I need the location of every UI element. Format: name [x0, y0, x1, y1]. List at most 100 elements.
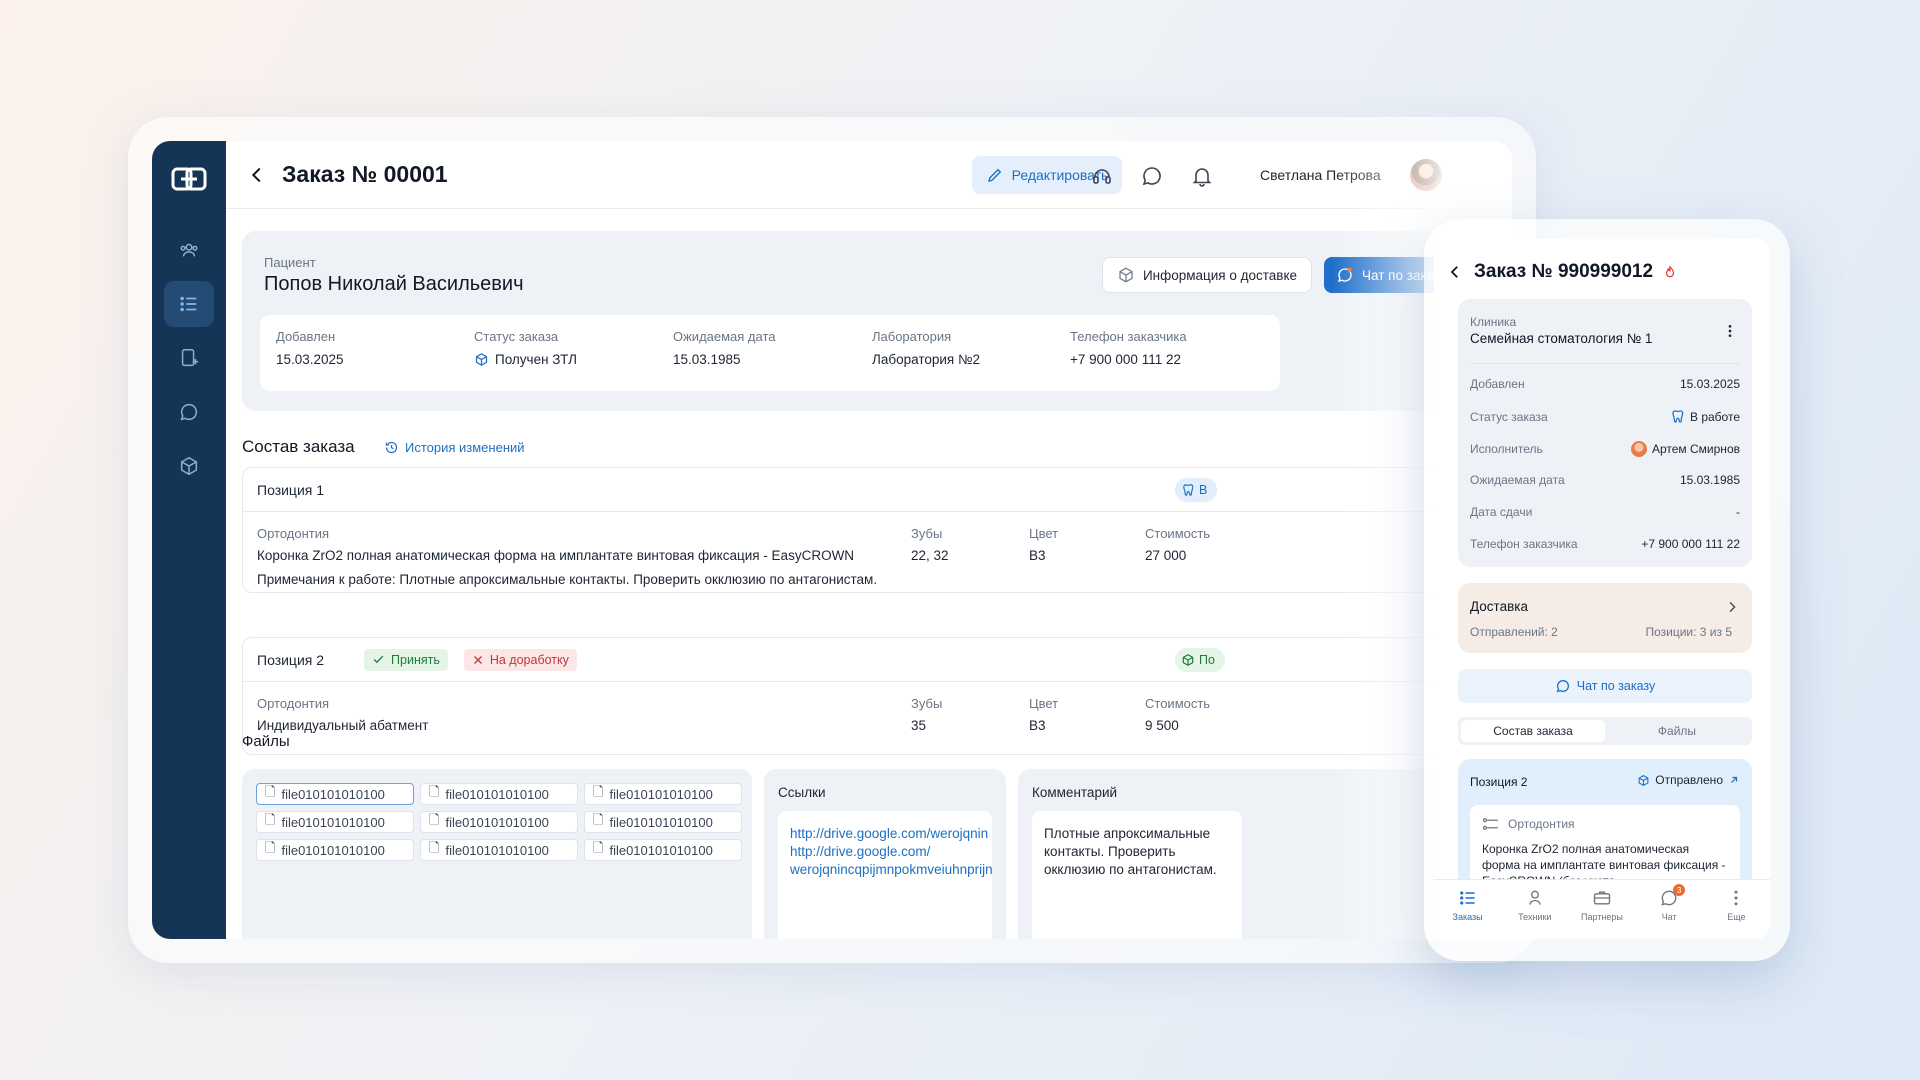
pencil-icon [987, 168, 1001, 182]
file-item[interactable]: 🗋 file010101010100 [420, 783, 578, 805]
executor-avatar [1630, 441, 1647, 457]
mobile-info-card: Клиника Семейная стоматология № 1 Добавл… [1458, 299, 1752, 567]
link-item[interactable]: werojqnincqpijmnpokmveiuhnprijnm [790, 861, 992, 879]
avatar[interactable] [1410, 159, 1442, 191]
desktop-app: Заказ № 00001 Редактировать Светлана Пет… [152, 141, 1512, 939]
position-card-2: Позиция 2 Принять На доработку По Ортодо… [242, 637, 1442, 755]
mobile-chat-button[interactable]: Чат по заказу [1458, 669, 1752, 703]
nav-label: Еще [1727, 912, 1746, 922]
position-cost: 27 000 [1145, 548, 1187, 563]
mobile-position-title: Позиция 2 [1470, 775, 1528, 789]
link-item[interactable]: http://drive.google.com/werojqnin [790, 825, 988, 843]
accept-button[interactable]: Принять [364, 648, 448, 671]
file-name: file010101010100 [609, 786, 713, 802]
sidebar-item-orders[interactable] [164, 281, 214, 327]
row-key: Статус заказа [1470, 409, 1548, 424]
clinic-name: Семейная стоматология № 1 [1470, 331, 1653, 346]
file-item[interactable]: 🗋 file010101010100 [256, 783, 414, 805]
position-item: Индивидуальный абатмент [257, 718, 429, 733]
nav-label: Техники [1518, 912, 1552, 922]
file-name: file010101010100 [445, 842, 549, 858]
file-item[interactable]: 🗋 file010101010100 [584, 839, 742, 861]
box-icon [475, 353, 488, 366]
history-link-label: История изменений [405, 440, 525, 455]
mobile-chat-label: Чат по заказу [1576, 679, 1656, 693]
clinic-label: Клиника [1470, 315, 1517, 329]
position-color: B3 [1029, 548, 1046, 563]
position-teeth: 22, 32 [911, 548, 949, 563]
main-area: Заказ № 00001 Редактировать Светлана Пет… [226, 141, 1512, 939]
delivery-info-button[interactable]: Информация о доставке [1102, 257, 1312, 293]
position-card-1: Позиция 1 В Ортодонтия Зубы Цвет Стоимос… [242, 467, 1442, 593]
file-item[interactable]: 🗋 file010101010100 [420, 811, 578, 833]
sidebar-item-chat[interactable] [164, 389, 214, 435]
topbar: Заказ № 00001 Редактировать Светлана Пет… [226, 141, 1512, 209]
nav-technicians[interactable]: Техники [1509, 888, 1561, 922]
file-item[interactable]: 🗋 file010101010100 [256, 811, 414, 833]
stat-label: Телефон заказчика [1070, 329, 1187, 344]
tab-order-composition[interactable]: Состав заказа [1461, 720, 1605, 742]
file-icon: 🗋 [429, 840, 440, 855]
file-icon: 🗋 [265, 840, 276, 855]
row-key: Добавлен [1470, 377, 1525, 391]
stat-value: 15.03.1985 [673, 352, 741, 367]
arrow-up-right-icon[interactable] [1728, 774, 1740, 786]
patient-name: Попов Николай Васильевич [264, 273, 524, 295]
flame-icon [1665, 265, 1675, 278]
comment-title: Комментарий [1032, 785, 1118, 800]
messages-icon[interactable] [1140, 164, 1164, 188]
delivery-sent: Отправлений: 2 [1470, 625, 1558, 639]
file-item[interactable]: 🗋 file010101010100 [584, 783, 742, 805]
user-name[interactable]: Светлана Петрова [1260, 167, 1381, 183]
row-value: +7 900 000 111 22 [1641, 537, 1740, 551]
chat-icon [1556, 679, 1569, 693]
links-title: Ссылки [778, 785, 826, 800]
mobile-row: Дата сдачи - [1470, 505, 1740, 519]
file-icon: 🗋 [265, 812, 276, 827]
sidebar-item-packages[interactable] [164, 443, 214, 489]
status-badge: В [1175, 478, 1218, 502]
nav-orders[interactable]: Заказы [1442, 888, 1494, 922]
link-item[interactable]: http://drive.google.com/ [790, 843, 980, 861]
sidebar [152, 141, 226, 939]
mobile-app: Заказ № 990999012 Клиника Семейная стома… [1434, 239, 1770, 939]
files-title: Файлы [242, 733, 290, 750]
patient-card: Пациент Попов Николай Васильевич Информа… [242, 231, 1464, 411]
sidebar-item-users[interactable] [164, 227, 214, 273]
bell-icon[interactable] [1190, 164, 1214, 188]
stat-phone: Телефон заказчика +7 900 000 111 22 [1054, 315, 1280, 391]
file-item[interactable]: 🗋 file010101010100 [420, 839, 578, 861]
history-link[interactable]: История изменений [384, 440, 525, 455]
files-panel: 🗋 file010101010100 🗋 file010101010100 🗋 fil… [242, 769, 752, 939]
row-value: 15.03.1985 [1679, 473, 1740, 487]
status-badge-label: По [1199, 653, 1215, 667]
file-icon: 🗋 [593, 784, 604, 799]
more-vertical-icon[interactable] [1722, 323, 1738, 339]
headset-icon[interactable] [1090, 164, 1114, 188]
stat-value: +7 900 000 111 22 [1070, 352, 1181, 367]
list-icon [1459, 891, 1475, 905]
logo-icon [171, 167, 207, 191]
sidebar-item-add-document[interactable] [164, 335, 214, 381]
file-item[interactable]: 🗋 file010101010100 [256, 839, 414, 861]
add-document-icon [181, 349, 199, 367]
nav-partners[interactable]: Партнеры [1576, 888, 1628, 922]
technician-icon [1529, 890, 1541, 905]
delivery-title: Доставка [1470, 599, 1528, 614]
file-icon: 🗋 [265, 784, 276, 799]
row-key: Дата сдачи [1470, 505, 1533, 519]
links-box: http://drive.google.com/werojqnin http:/… [778, 811, 992, 939]
users-icon [180, 243, 198, 257]
mobile-header: Заказ № 990999012 [1446, 261, 1677, 283]
nav-chat[interactable]: 3 Чат [1643, 884, 1695, 922]
order-content: Пациент Попов Николай Васильевич Информа… [242, 231, 1512, 939]
mobile-delivery-card[interactable]: Доставка Отправлений: 2 Позиции: 3 из 5 [1458, 583, 1752, 653]
more-vertical-icon [1734, 890, 1738, 906]
back-icon[interactable] [1446, 263, 1464, 281]
tab-files[interactable]: Файлы [1605, 720, 1749, 742]
file-item[interactable]: 🗋 file010101010100 [584, 811, 742, 833]
file-name: file010101010100 [281, 842, 385, 858]
nav-more[interactable]: Еще [1710, 888, 1762, 922]
back-icon[interactable] [246, 164, 268, 186]
rework-button[interactable]: На доработку [463, 648, 577, 671]
